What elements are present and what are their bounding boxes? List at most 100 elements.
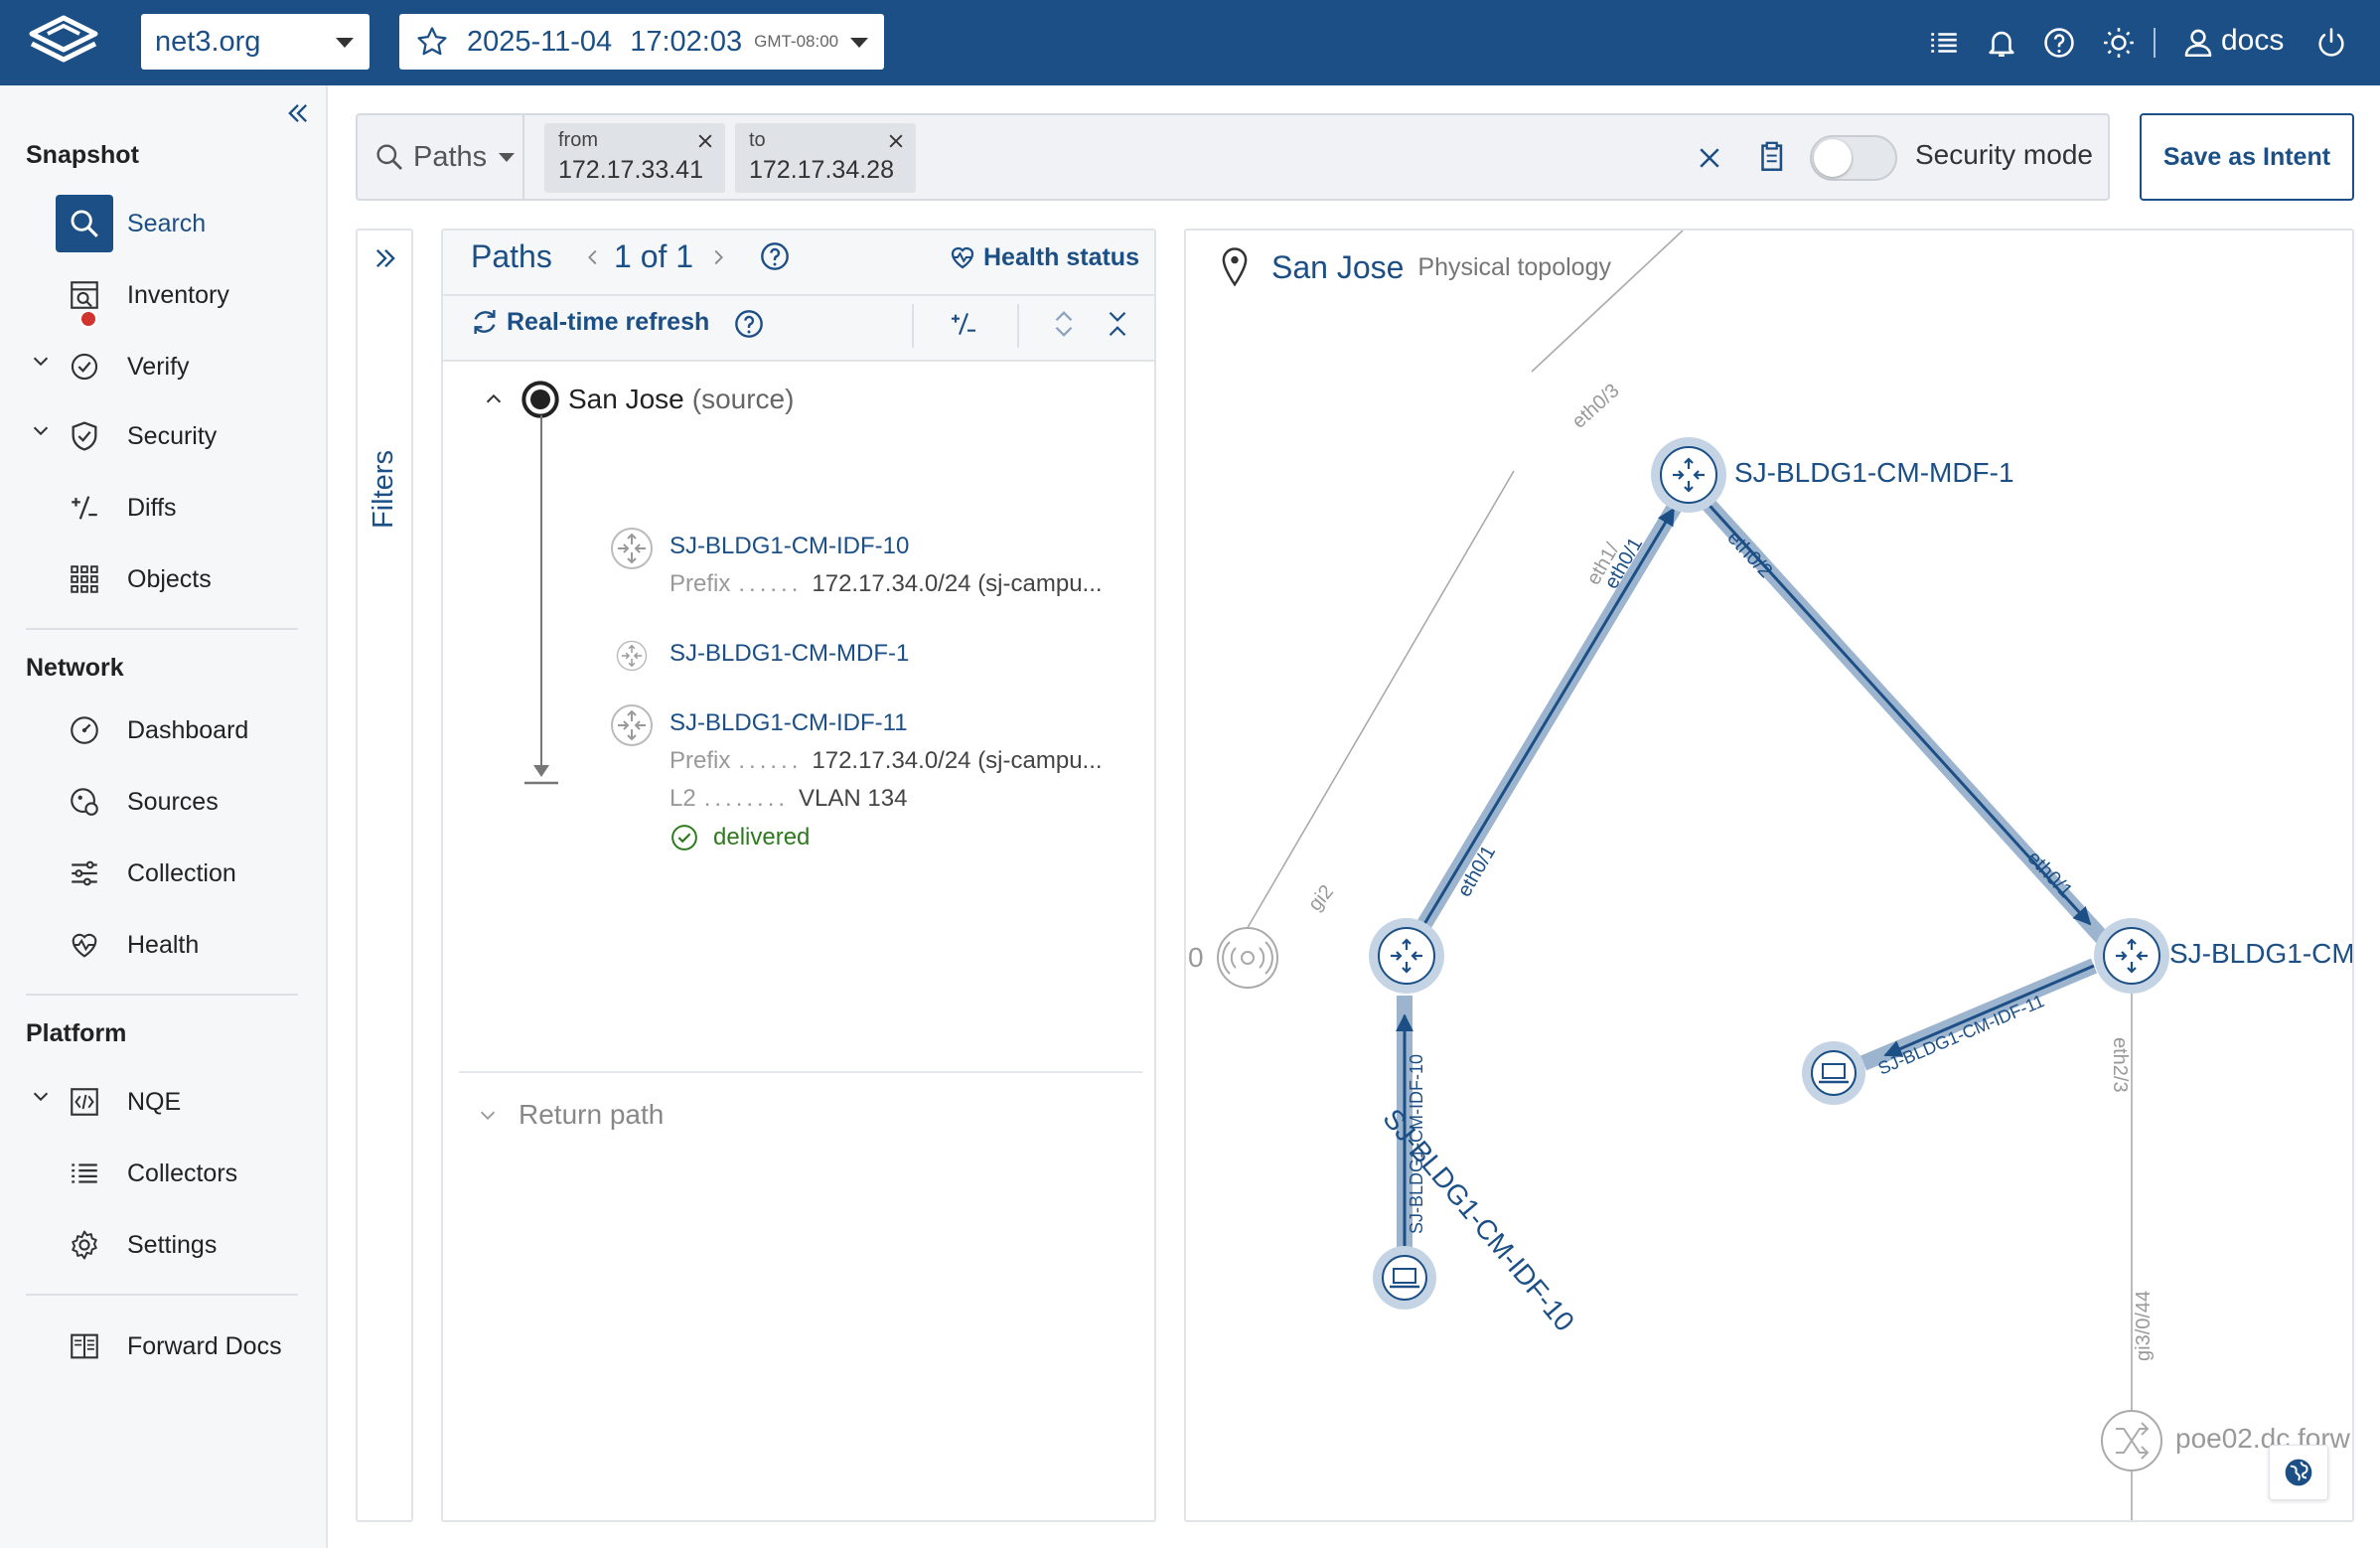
sidebar-item-security[interactable]: Security xyxy=(56,407,302,465)
search-mode-label: Paths xyxy=(413,140,488,173)
router-node-idf11[interactable] xyxy=(2094,918,2169,994)
filters-label[interactable]: Filters xyxy=(368,450,400,529)
security-mode-toggle[interactable] xyxy=(1810,135,1897,181)
section-title-platform: Platform xyxy=(26,1019,127,1047)
snapshot-date: 2025-11-04 xyxy=(467,25,613,58)
sidebar-item-dashboard[interactable]: Dashboard xyxy=(56,701,302,759)
paths-panel: Paths 1 of 1 Health status Real-time ref… xyxy=(441,229,1156,1522)
sidebar-item-label: Objects xyxy=(127,564,212,593)
sun-icon[interactable] xyxy=(2102,26,2136,60)
clipboard-icon[interactable] xyxy=(1754,139,1788,175)
double-chevron-right-icon[interactable] xyxy=(372,244,399,272)
access-point-node[interactable] xyxy=(1217,927,1278,989)
path-segment-idf10-mdf xyxy=(1400,482,1694,959)
clear-search-icon[interactable] xyxy=(1695,143,1724,173)
chevron-right-icon[interactable] xyxy=(707,246,729,268)
dashboard-icon xyxy=(71,716,98,744)
help-icon[interactable] xyxy=(759,240,791,272)
real-time-refresh-button[interactable]: Real-time refresh xyxy=(469,306,709,338)
user-icon[interactable] xyxy=(2181,26,2215,60)
power-icon[interactable] xyxy=(2314,26,2348,60)
node-label-mdf[interactable]: SJ-BLDG1-CM-MDF-1 xyxy=(1734,457,2014,489)
list-icon[interactable] xyxy=(1927,26,1961,60)
filters-panel-collapsed[interactable]: Filters xyxy=(356,229,413,1522)
hop-device-link[interactable]: SJ-BLDG1-CM-IDF-11 xyxy=(669,709,908,737)
sidebar-item-search[interactable]: Search xyxy=(56,195,302,252)
sidebar-item-label: Verify xyxy=(127,352,190,381)
map-view-button[interactable] xyxy=(2269,1445,2328,1500)
help-icon[interactable] xyxy=(733,308,765,340)
snapshot-selector[interactable]: 2025-11-04 17:02:03 GMT-08:00 xyxy=(399,14,884,70)
detail-dots: ...... xyxy=(738,747,803,774)
health-status-label: Health status xyxy=(983,242,1139,271)
sidebar-item-nqe[interactable]: NQE xyxy=(56,1073,302,1131)
detail-dots: ........ xyxy=(703,785,790,812)
search-mode-dropdown[interactable]: Paths xyxy=(358,115,524,199)
router-node-idf10[interactable] xyxy=(1369,918,1444,994)
sidebar-item-diffs[interactable]: Diffs xyxy=(56,479,302,537)
org-selector[interactable]: net3.org xyxy=(141,14,370,70)
toggle-knob xyxy=(1814,139,1852,177)
filter-chip-to[interactable]: to 172.17.34.28 xyxy=(735,123,916,193)
collapse-all-icon[interactable] xyxy=(1103,308,1132,340)
hop-device-link[interactable]: SJ-BLDG1-CM-IDF-10 xyxy=(669,533,909,560)
chip-key: to xyxy=(749,129,766,151)
caret-down-icon xyxy=(850,38,868,48)
chevron-left-icon[interactable] xyxy=(582,246,604,268)
hop-detail-l2: L2........ VLAN 134 xyxy=(669,785,907,813)
book-icon xyxy=(71,1333,98,1359)
filter-chip-from[interactable]: from 172.17.33.41 xyxy=(544,123,725,193)
health-status-button[interactable]: Health status xyxy=(948,242,1139,272)
diff-toggle-icon[interactable] xyxy=(948,308,979,340)
divider xyxy=(2154,28,2156,58)
sidebar-item-collectors[interactable]: Collectors xyxy=(56,1145,302,1202)
chevron-down-icon[interactable] xyxy=(30,350,52,372)
divider xyxy=(459,1071,1142,1073)
node-label-idf11[interactable]: SJ-BLDG1-CM xyxy=(2169,938,2352,970)
path-source-row[interactable]: San Jose (source) xyxy=(483,380,794,419)
alert-badge xyxy=(79,310,97,328)
star-icon[interactable] xyxy=(415,25,449,59)
detail-value: 172.17.34.0/24 (sj-campu... xyxy=(812,570,1103,597)
sidebar-item-settings[interactable]: Settings xyxy=(56,1216,302,1274)
chevron-up-icon[interactable] xyxy=(483,388,505,410)
expand-all-icon[interactable] xyxy=(1049,308,1079,340)
switch-node-poe[interactable] xyxy=(2101,1410,2162,1471)
topology-graph[interactable]: eth0/3 eth0/1 eth1/ eth0/2 eth0/1 eth0/1… xyxy=(1186,231,2354,1522)
link-label: eth0/2 xyxy=(1722,527,1776,582)
host-node-idf11[interactable] xyxy=(1802,1041,1865,1105)
sidebar-item-forward-docs[interactable]: Forward Docs xyxy=(56,1317,302,1375)
chevron-down-icon[interactable] xyxy=(30,419,52,441)
forward-logo[interactable] xyxy=(26,14,101,72)
topology-subtitle: Physical topology xyxy=(1417,252,1611,281)
topology-site-name: San Jose xyxy=(1271,248,1405,285)
save-as-intent-button[interactable]: Save as Intent xyxy=(2140,113,2354,201)
bell-icon[interactable] xyxy=(1985,26,2018,60)
divider xyxy=(1017,304,1019,348)
return-path-label: Return path xyxy=(519,1099,665,1130)
chevron-down-icon[interactable] xyxy=(30,1085,52,1107)
node-label-ap[interactable]: 0 xyxy=(1188,942,1204,974)
sidebar-item-health[interactable]: Health xyxy=(56,916,302,974)
health-icon xyxy=(72,933,97,958)
close-icon[interactable] xyxy=(886,131,906,151)
sidebar-item-label: Health xyxy=(127,930,200,959)
double-chevron-left-icon[interactable] xyxy=(284,99,312,127)
sidebar-item-label: Inventory xyxy=(127,280,229,309)
hop-device-link[interactable]: SJ-BLDG1-CM-MDF-1 xyxy=(669,640,909,668)
sidebar-item-verify[interactable]: Verify xyxy=(56,338,302,395)
help-icon[interactable] xyxy=(2042,26,2076,60)
link-label: eth0/1 xyxy=(2022,847,2076,902)
host-node-idf10[interactable] xyxy=(1373,1246,1436,1310)
sidebar-item-label: Security xyxy=(127,421,218,450)
close-icon[interactable] xyxy=(695,131,715,151)
sidebar-item-sources[interactable]: Sources xyxy=(56,773,302,831)
return-path-toggle[interactable]: Return path xyxy=(477,1099,664,1131)
sidebar-item-objects[interactable]: Objects xyxy=(56,550,302,608)
router-node-mdf[interactable] xyxy=(1651,437,1726,513)
user-name[interactable]: docs xyxy=(2221,24,2284,58)
sidebar-item-collection[interactable]: Collection xyxy=(56,845,302,902)
topology-view[interactable]: eth0/3 eth0/1 eth1/ eth0/2 eth0/1 eth0/1… xyxy=(1184,229,2354,1522)
security-mode-label: Security mode xyxy=(1915,139,2093,170)
sidebar-item-label: NQE xyxy=(127,1087,182,1116)
